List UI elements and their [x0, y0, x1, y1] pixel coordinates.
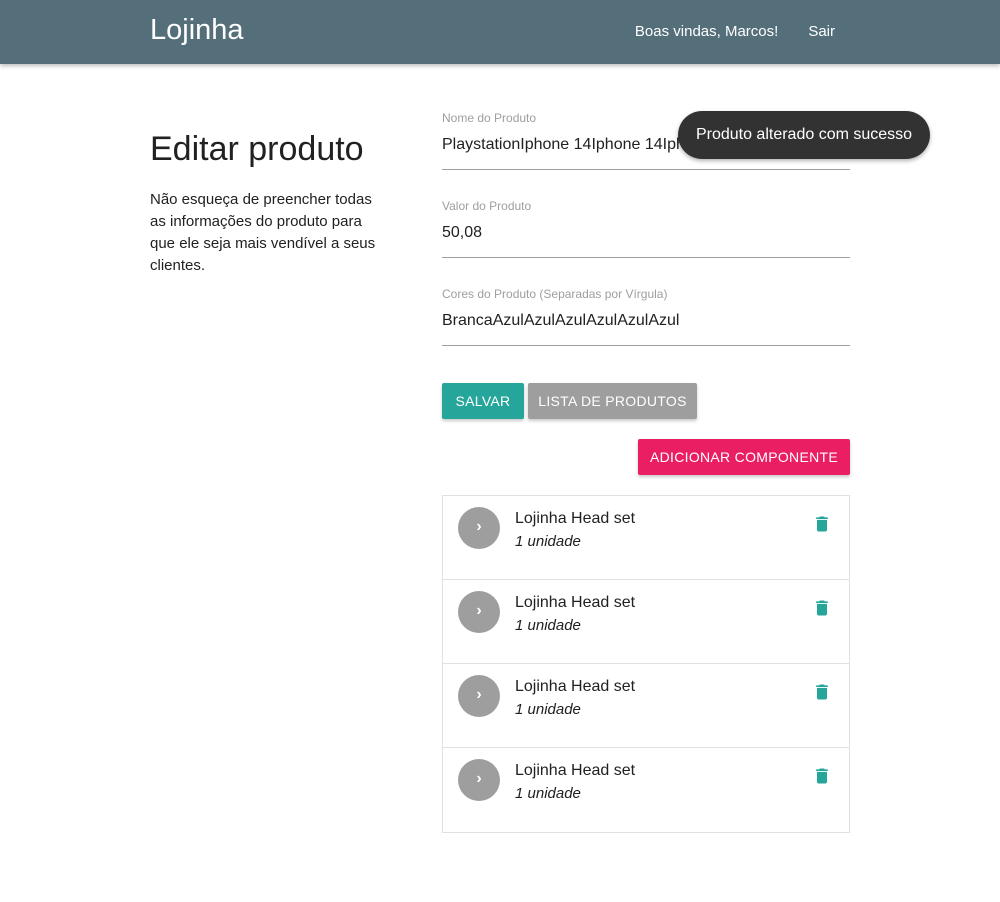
component-quantity: 1 unidade	[515, 533, 581, 550]
product-list-button[interactable]: LISTA DE PRODUTOS	[528, 383, 697, 419]
page-description: Não esqueça de preencher todas as inform…	[150, 191, 376, 274]
component-list: › Lojinha Head set 1 unidade › Lojinha H…	[442, 495, 850, 833]
list-item: › Lojinha Head set 1 unidade	[443, 748, 849, 832]
component-name: Lojinha Head set	[515, 678, 636, 695]
component-name: Lojinha Head set	[515, 594, 636, 611]
component-quantity: 1 unidade	[515, 785, 581, 802]
logout-link[interactable]: Sair	[808, 23, 835, 40]
trash-icon[interactable]	[812, 598, 832, 618]
component-name: Lojinha Head set	[515, 762, 636, 779]
product-colors-input[interactable]	[442, 310, 850, 346]
component-name: Lojinha Head set	[515, 510, 636, 527]
top-navbar: Lojinha Boas vindas, Marcos! Sair	[0, 0, 1000, 64]
add-component-button[interactable]: ADICIONAR COMPONENTE	[638, 439, 850, 475]
trash-icon[interactable]	[812, 766, 832, 786]
success-toast: Produto alterado com sucesso	[678, 111, 930, 159]
chevron-right-icon: ›	[458, 759, 500, 801]
product-price-field: Valor do Produto	[442, 194, 850, 282]
save-button[interactable]: SALVAR	[442, 383, 524, 419]
trash-icon[interactable]	[812, 514, 832, 534]
chevron-right-icon: ›	[458, 591, 500, 633]
list-item: › Lojinha Head set 1 unidade	[443, 664, 849, 748]
list-item: › Lojinha Head set 1 unidade	[443, 496, 849, 580]
brand-logo[interactable]: Lojinha	[150, 14, 244, 47]
chevron-right-icon: ›	[458, 675, 500, 717]
welcome-link[interactable]: Boas vindas, Marcos!	[635, 23, 778, 40]
product-colors-label: Cores do Produto (Separadas por Vírgula)	[442, 287, 668, 301]
page-title: Editar produto	[150, 130, 364, 168]
list-item: › Lojinha Head set 1 unidade	[443, 580, 849, 664]
component-quantity: 1 unidade	[515, 617, 581, 634]
component-quantity: 1 unidade	[515, 701, 581, 718]
chevron-right-icon: ›	[458, 507, 500, 549]
product-price-input[interactable]	[442, 222, 850, 258]
nav-links: Boas vindas, Marcos! Sair	[635, 23, 835, 40]
product-price-label: Valor do Produto	[442, 199, 532, 213]
product-colors-field: Cores do Produto (Separadas por Vírgula)	[442, 282, 850, 370]
page-intro: Editar produto Não esqueça de preencher …	[150, 130, 390, 277]
trash-icon[interactable]	[812, 682, 832, 702]
product-name-label: Nome do Produto	[442, 111, 537, 125]
